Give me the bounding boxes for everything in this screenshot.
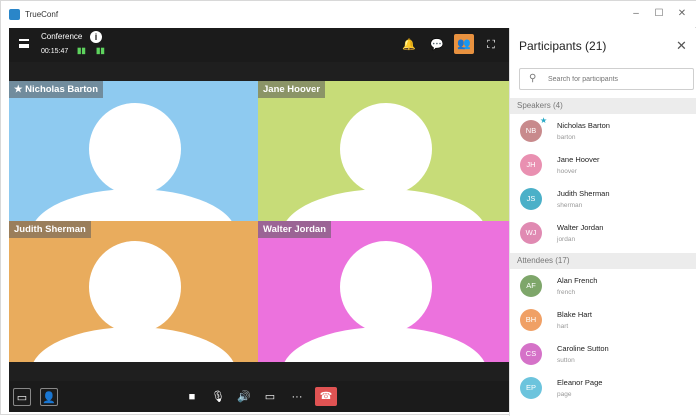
participant-login: barton	[557, 134, 576, 141]
avatar: BH	[520, 309, 542, 331]
search-icon: ⚲	[529, 73, 537, 84]
conference-topbar: Conference i 00:15:47 ▮▮ ▮▮ 🔔 💬 👥 ⛶	[9, 28, 509, 62]
avatar-placeholder-head	[89, 103, 181, 195]
close-window-button[interactable]: ✕	[675, 8, 689, 20]
avatar-placeholder-head	[340, 241, 432, 333]
presenter-icon[interactable]: 👤	[40, 388, 58, 406]
participant-name: Judith Sherman	[557, 189, 610, 198]
avatar-placeholder-body	[31, 189, 236, 221]
app-title: TrueConf	[25, 10, 59, 19]
menu-icon[interactable]	[19, 39, 29, 48]
camera-icon[interactable]: ■	[183, 388, 201, 406]
screen-share-icon[interactable]: ▭	[261, 388, 279, 406]
participants-toggle-icon[interactable]: 👥	[454, 34, 474, 54]
signal-quality-icon: ▮▮	[77, 46, 86, 55]
hang-up-button[interactable]: ☎	[315, 387, 337, 406]
speakers-section-header: Speakers (4)	[510, 98, 696, 114]
participant-row[interactable]: CS Caroline Sutton sutton	[510, 338, 696, 371]
signal-quality-icon-2: ▮▮	[96, 46, 105, 55]
close-panel-button[interactable]: ✕	[676, 38, 687, 54]
participant-name: Walter Jordan	[557, 223, 604, 232]
participant-row[interactable]: AF Alan French french	[510, 270, 696, 303]
search-box: ⚲	[519, 68, 694, 90]
participant-login: hoover	[557, 168, 577, 175]
tile-label: Judith Sherman	[9, 221, 91, 238]
participant-name: Caroline Sutton	[557, 344, 609, 353]
video-tile-jane-hoover[interactable]: Jane Hoover	[258, 81, 509, 221]
avatar-placeholder-body	[31, 327, 236, 362]
participant-row[interactable]: JH Jane Hoover hoover	[510, 149, 696, 182]
conference-timer: 00:15:47	[41, 48, 69, 55]
avatar: JH	[520, 154, 542, 176]
conference-title: Conference	[41, 32, 83, 41]
info-icon[interactable]: i	[90, 31, 102, 43]
more-options-icon[interactable]: ···	[288, 388, 306, 406]
call-controls-bar: ▭ 👤 ■ 🎙 🔊 ▭ ··· ☎	[9, 381, 509, 412]
participant-row[interactable]: BH Blake Hart hart	[510, 304, 696, 337]
minimize-button[interactable]: –	[629, 8, 643, 20]
search-input[interactable]	[548, 73, 688, 86]
panel-title: Participants (21)	[519, 39, 607, 53]
participant-name: Alan French	[557, 276, 598, 285]
microphone-icon[interactable]: 🎙	[209, 388, 227, 406]
app-logo-icon	[9, 9, 20, 20]
tile-label: Jane Hoover	[258, 81, 326, 98]
tile-label: Walter Jordan	[258, 221, 331, 238]
participant-row[interactable]: JS Judith Sherman sherman	[510, 183, 696, 216]
app-window: TrueConf – ☐ ✕ Conference i 00:15:47 ▮▮ …	[0, 0, 696, 416]
video-tile-walter-jordan[interactable]: Walter Jordan	[258, 221, 509, 362]
avatar-placeholder-body	[282, 189, 487, 221]
participant-login: sutton	[557, 357, 575, 364]
attendees-section-header: Attendees (17)	[510, 253, 696, 269]
avatar: WJ	[520, 222, 542, 244]
avatar: CS	[520, 343, 542, 365]
participant-name: Nicholas Barton	[557, 121, 610, 130]
participants-panel: Participants (21) ✕ ⚲ Speakers (4) NB★ Ni…	[509, 28, 696, 416]
notifications-bell-icon[interactable]: 🔔	[401, 37, 417, 53]
maximize-button[interactable]: ☐	[652, 8, 666, 20]
avatar-placeholder-head	[340, 103, 432, 195]
fullscreen-icon[interactable]: ⛶	[483, 37, 499, 53]
video-tile-nicholas-barton[interactable]: ★ Nicholas Barton	[9, 81, 258, 221]
video-tile-judith-sherman[interactable]: Judith Sherman	[9, 221, 258, 362]
participant-name: Eleanor Page	[557, 378, 603, 387]
window-titlebar: TrueConf – ☐ ✕	[1, 1, 696, 27]
participant-name: Blake Hart	[557, 310, 593, 319]
participant-login: jordan	[557, 236, 576, 243]
participant-login: french	[557, 289, 576, 296]
avatar: NB	[520, 120, 542, 142]
chat-icon[interactable]: 💬	[429, 37, 445, 53]
participant-name: Jane Hoover	[557, 155, 600, 164]
speaker-icon[interactable]: 🔊	[235, 388, 253, 406]
participant-login: sherman	[557, 202, 583, 209]
participant-login: hart	[557, 323, 569, 330]
participant-row[interactable]: WJ Walter Jordan jordan	[510, 217, 696, 250]
video-area: Conference i 00:15:47 ▮▮ ▮▮ 🔔 💬 👥 ⛶ ★ Ni…	[9, 28, 509, 412]
participant-row[interactable]: NB ★ Nicholas Barton barton	[510, 115, 696, 148]
avatar: JS	[520, 188, 542, 210]
avatar-placeholder-head	[89, 241, 181, 333]
owner-star-icon: ★	[540, 116, 548, 125]
tile-label: ★ Nicholas Barton	[9, 81, 104, 98]
avatar-placeholder-body	[282, 327, 487, 362]
chat-toggle-icon[interactable]: ▭	[13, 388, 31, 406]
participant-row[interactable]: EP Eleanor Page page	[510, 372, 696, 405]
avatar: AF	[520, 275, 542, 297]
avatar: EP	[520, 377, 542, 399]
participant-login: page	[557, 391, 572, 398]
